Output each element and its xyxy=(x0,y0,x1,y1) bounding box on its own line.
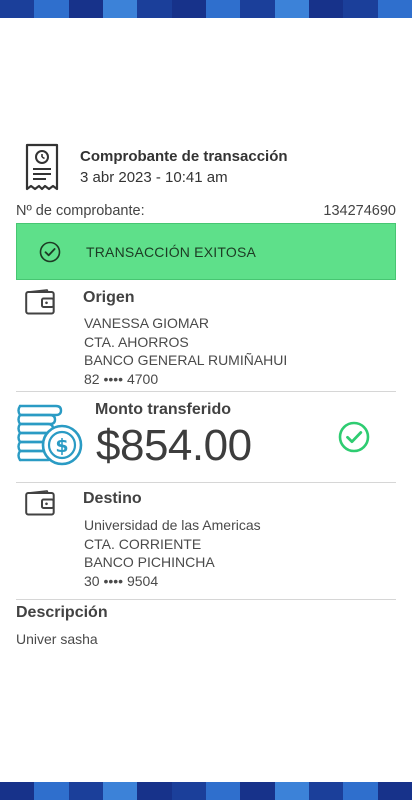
wallet-icon xyxy=(25,289,55,315)
voucher-number-label: Nº de comprobante: xyxy=(16,203,145,219)
origin-account-type: CTA. AHORROS xyxy=(84,333,189,350)
divider xyxy=(16,482,396,483)
description-text: Univer sasha xyxy=(16,631,98,647)
check-circle-icon xyxy=(39,241,61,262)
voucher-number-value: 134274690 xyxy=(323,203,396,219)
receipt-date: 3 abr 2023 - 10:41 am xyxy=(80,169,228,186)
divider xyxy=(16,599,396,600)
check-circle-icon xyxy=(338,421,370,453)
status-banner: TRANSACCIÓN EXITOSA xyxy=(16,223,396,280)
receipt-header: Comprobante de transacción 3 abr 2023 - … xyxy=(24,143,288,191)
destination-title: Destino xyxy=(83,490,142,507)
amount-value: $854.00 xyxy=(96,421,252,470)
divider xyxy=(16,391,396,392)
top-brand-band xyxy=(0,0,412,18)
receipt-icon xyxy=(25,143,59,191)
destination-bank: BANCO PICHINCHA xyxy=(84,554,215,570)
origin-name: VANESSA GIOMAR xyxy=(84,315,209,331)
destination-account: 30 •••• 9504 xyxy=(84,572,159,589)
destination-account-type: CTA. CORRIENTE xyxy=(84,535,202,552)
voucher-number-row: Nº de comprobante: 134274690 xyxy=(16,203,396,219)
destination-details: Universidad de las Americas CTA. CORRIEN… xyxy=(84,516,261,590)
svg-text:$: $ xyxy=(55,435,68,457)
wallet-icon xyxy=(25,490,55,516)
destination-name: Universidad de las Americas xyxy=(84,517,261,533)
status-text: TRANSACCIÓN EXITOSA xyxy=(86,243,257,260)
amount-title: Monto transferido xyxy=(95,401,231,418)
origin-bank: BANCO GENERAL RUMIÑAHUI xyxy=(84,352,288,368)
description-title: Descripción xyxy=(16,604,108,621)
origin-title: Origen xyxy=(83,289,135,306)
receipt-title: Comprobante de transacción xyxy=(80,148,288,165)
origin-details: VANESSA GIOMAR CTA. AHORROS BANCO GENERA… xyxy=(84,314,287,388)
bottom-brand-band xyxy=(0,782,412,800)
coins-dollar-icon: $ xyxy=(17,404,83,466)
origin-account: 82 •••• 4700 xyxy=(84,370,159,387)
